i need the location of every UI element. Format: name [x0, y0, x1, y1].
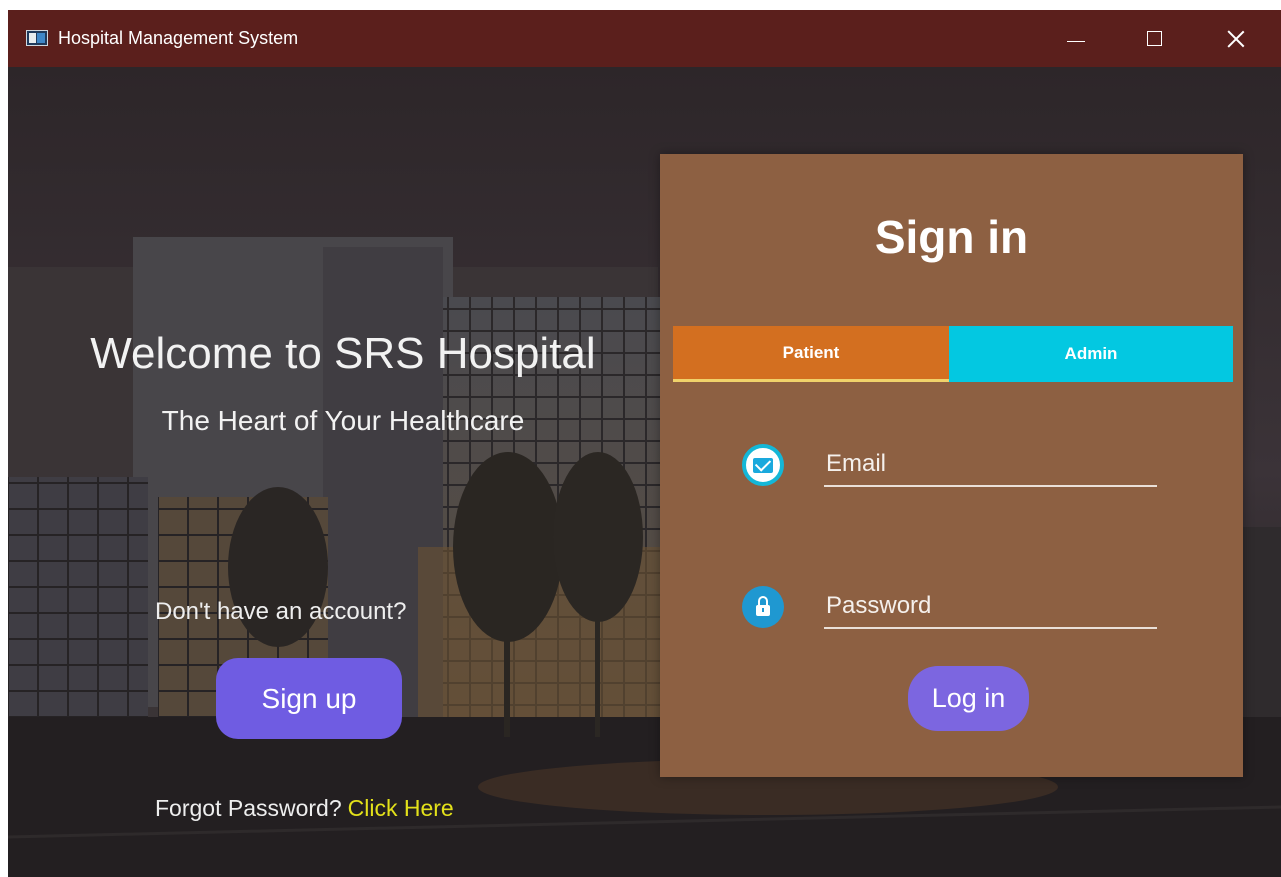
sign-up-button[interactable]: Sign up [216, 658, 402, 739]
no-account-label: Don't have an account? [155, 598, 407, 625]
log-in-button[interactable]: Log in [908, 666, 1029, 731]
email-field[interactable] [824, 443, 1157, 487]
forgot-password-link[interactable]: Click Here [348, 795, 454, 821]
password-field[interactable] [824, 585, 1157, 629]
close-button[interactable] [1208, 10, 1264, 67]
envelope-icon [742, 444, 784, 486]
close-icon [1227, 30, 1245, 48]
tab-patient[interactable]: Patient [673, 326, 949, 382]
lock-icon [742, 586, 784, 628]
sign-in-title: Sign in [874, 211, 1029, 263]
maximize-icon [1146, 31, 1162, 46]
welcome-tagline: The Heart of Your Healthcare [161, 405, 525, 436]
window-title: Hospital Management System [58, 28, 299, 48]
app-window: Hospital Management System Welcome to SR… [8, 10, 1281, 877]
minimize-icon [1067, 41, 1085, 42]
minimize-button[interactable] [1048, 10, 1104, 67]
forgot-password-label: Forgot Password? [155, 795, 342, 821]
forgot-password-row: Forgot Password? Click Here [155, 795, 454, 822]
app-icon [26, 30, 48, 46]
title-bar[interactable]: Hospital Management System [8, 10, 1281, 67]
sign-in-panel: Sign in Patient Admin Log in [660, 154, 1243, 777]
tab-admin[interactable]: Admin [949, 326, 1233, 382]
welcome-heading: Welcome to SRS Hospital [90, 329, 596, 378]
maximize-button[interactable] [1126, 10, 1182, 67]
main-content: Welcome to SRS Hospital The Heart of You… [8, 67, 1281, 877]
